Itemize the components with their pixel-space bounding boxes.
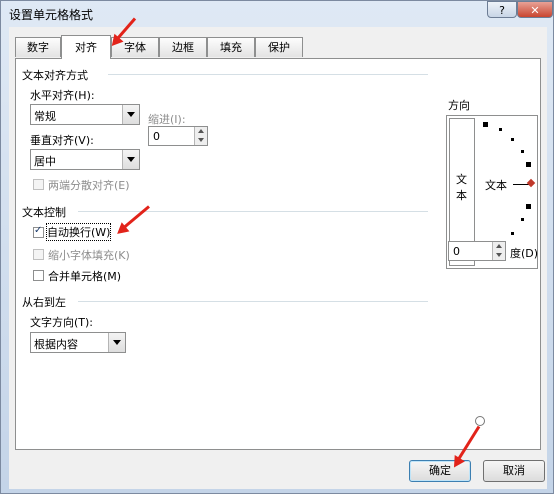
chevron-down-icon[interactable] [108, 333, 125, 352]
alignment-panel: 文本对齐方式 水平对齐(H): 常规 缩进(I): 0 垂直对齐(V): 居中 … [15, 58, 541, 450]
tab-protection[interactable]: 保护 [255, 37, 303, 57]
indent-label: 缩进(I): [148, 113, 186, 126]
degree-value: 0 [453, 245, 460, 258]
horizontal-align-select[interactable]: 常规 [30, 104, 140, 125]
orientation-handle[interactable] [526, 178, 536, 188]
chevron-down-icon[interactable] [122, 105, 139, 124]
vertical-align-label: 垂直对齐(V): [30, 134, 94, 147]
vertical-text-char: 本 [456, 189, 467, 202]
degree-label: 度(D) [510, 247, 539, 260]
divider [108, 74, 428, 75]
tab-border[interactable]: 边框 [159, 37, 207, 57]
distributed-label: 两端分散对齐(E) [48, 179, 130, 192]
orientation-dot [483, 122, 488, 127]
dialog-window: 设置单元格格式 ? ✕ 数字 对齐 字体 边框 填充 保护 文本对齐方式 水平对… [0, 0, 554, 494]
decrement-icon[interactable] [492, 251, 505, 260]
orientation-dot [526, 204, 531, 209]
indent-value: 0 [153, 130, 160, 143]
title-bar: 设置单元格格式 ? ✕ [1, 1, 553, 25]
horizontal-text-preview: 文本 [485, 179, 507, 192]
text-alignment-heading: 文本对齐方式 [22, 69, 88, 82]
orientation-dot [521, 218, 524, 221]
rtl-heading: 从右到左 [22, 296, 66, 309]
tab-fill[interactable]: 填充 [207, 37, 255, 57]
horizontal-align-value: 常规 [34, 110, 56, 123]
orientation-dot [526, 162, 531, 167]
shrink-to-fit-checkbox[interactable] [33, 249, 44, 260]
text-control-heading: 文本控制 [22, 206, 66, 219]
cursor-marker [475, 416, 485, 426]
text-direction-value: 根据内容 [34, 338, 78, 351]
indent-stepper[interactable]: 0 [148, 126, 208, 146]
tab-alignment[interactable]: 对齐 [61, 35, 111, 59]
wrap-text-checkbox[interactable] [33, 225, 44, 238]
orientation-dot [521, 150, 524, 153]
merge-cells-label[interactable]: 合并单元格(M) [48, 268, 121, 284]
orientation-heading: 方向 [448, 99, 470, 112]
shrink-to-fit-label: 缩小字体填充(K) [48, 249, 130, 262]
vertical-text-char: 文 [456, 173, 467, 186]
orientation-dot [511, 138, 514, 141]
help-button[interactable]: ? [487, 1, 517, 18]
orientation-dot [499, 128, 502, 131]
chevron-down-icon[interactable] [122, 150, 139, 169]
text-direction-label: 文字方向(T): [30, 316, 94, 329]
distributed-checkbox[interactable] [33, 179, 44, 190]
degree-stepper[interactable]: 0 [448, 241, 506, 261]
vertical-align-value: 居中 [34, 155, 56, 168]
close-button[interactable]: ✕ [517, 1, 553, 18]
orientation-dot [511, 232, 514, 235]
divider [78, 211, 428, 212]
horizontal-align-label: 水平对齐(H): [30, 89, 95, 102]
divider [78, 301, 428, 302]
merge-cells-checkbox[interactable] [33, 270, 44, 281]
tab-number[interactable]: 数字 [15, 37, 61, 57]
dialog-body: 数字 对齐 字体 边框 填充 保护 文本对齐方式 水平对齐(H): 常规 缩进(… [9, 27, 547, 489]
window-title: 设置单元格格式 [9, 8, 94, 22]
cancel-button[interactable]: 取消 [483, 460, 545, 482]
wrap-text-label[interactable]: 自动换行(W) [45, 223, 112, 241]
vertical-align-select[interactable]: 居中 [30, 149, 140, 170]
text-direction-select[interactable]: 根据内容 [30, 332, 126, 353]
decrement-icon[interactable] [194, 136, 207, 145]
